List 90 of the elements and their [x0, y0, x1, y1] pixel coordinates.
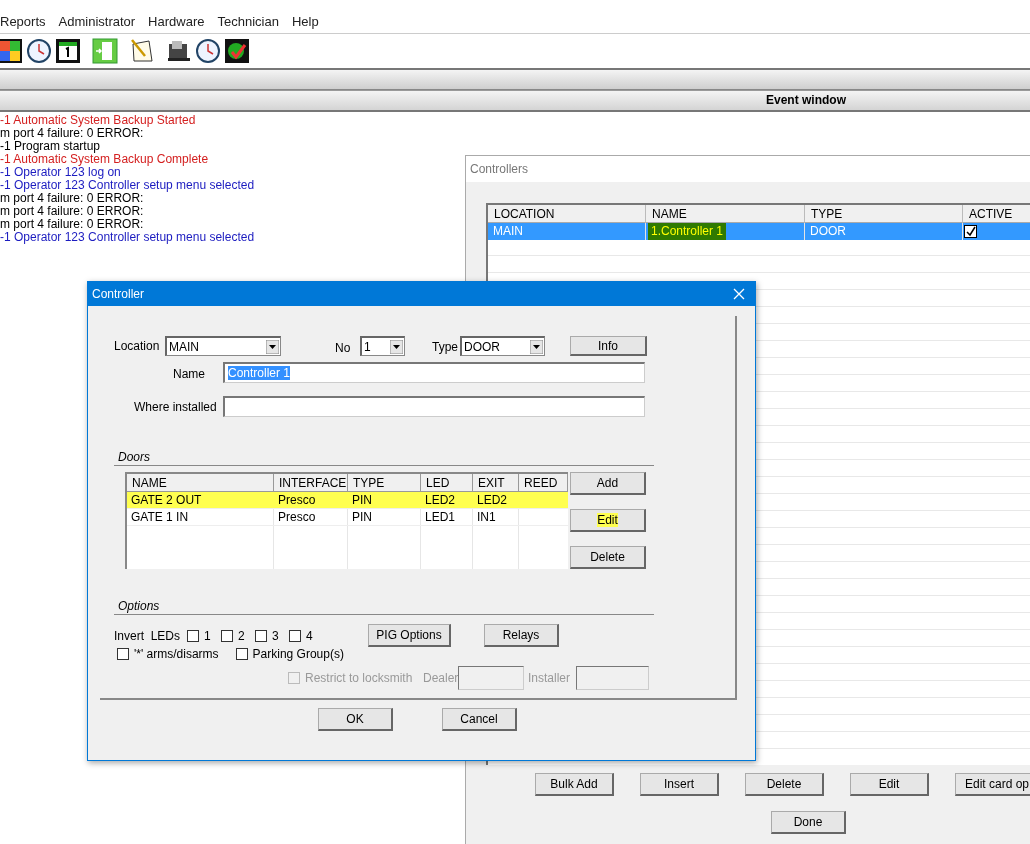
caret-icon: [266, 339, 279, 354]
log-line: -1 Operator 123 Controller setup menu selected: [0, 231, 255, 244]
button[interactable]: Insert: [640, 773, 719, 796]
notepad-icon[interactable]: [129, 38, 155, 64]
log-line: -1 Operator 123 log on: [0, 166, 121, 179]
input-field[interactable]: [223, 396, 645, 417]
checkbox[interactable]: [964, 225, 977, 238]
field-label: No: [335, 340, 352, 355]
checkbox[interactable]: [255, 629, 267, 642]
log-line: m port 4 failure: 0 ERROR:: [0, 218, 144, 231]
menu-item[interactable]: Hardware: [148, 13, 205, 33]
table-row[interactable]: MAIN 1.Controller 1 DOOR: [488, 223, 1030, 240]
dropdown[interactable]: MAIN: [165, 336, 281, 356]
window-title: Event window: [766, 92, 846, 109]
field-label: Where installed: [133, 399, 218, 414]
clock-icon[interactable]: [195, 38, 221, 64]
checkbox-label: Restrict to locksmith: [305, 671, 414, 685]
log-line: m port 4 failure: 0 ERROR:: [0, 127, 144, 140]
table-cell-text: LED1: [424, 509, 457, 525]
log-line: -1 Automatic System Backup Complete: [0, 153, 209, 166]
checkbox[interactable]: [235, 648, 248, 660]
log-line: -1 Program startup: [0, 140, 101, 153]
log-line: m port 4 failure: 0 ERROR:: [0, 192, 144, 205]
menu-item[interactable]: Reports: [0, 13, 46, 33]
checkbox-label: 4: [306, 628, 314, 643]
field-label: Name: [172, 365, 206, 381]
checkbox-label: Parking Group(s): [252, 647, 344, 661]
calendar-icon[interactable]: [55, 38, 81, 64]
menu-item[interactable]: Technician: [217, 13, 279, 33]
log-line: m port 4 failure: 0 ERROR:: [0, 205, 144, 218]
machine-icon[interactable]: [166, 38, 192, 64]
table-cell-text: MAIN: [492, 223, 524, 240]
table-cell-text: PIN: [351, 492, 373, 508]
tiles-icon[interactable]: [0, 38, 23, 64]
table-cell-text: PIN: [351, 509, 373, 525]
table-cell-text: Presco: [277, 509, 317, 525]
table-cell-text: Presco: [277, 492, 317, 508]
checkbox[interactable]: [187, 629, 199, 642]
field-label: Location: [114, 339, 161, 353]
caret-icon: [390, 339, 403, 354]
caret-icon: [530, 339, 543, 354]
close-icon[interactable]: [733, 288, 745, 300]
checkbox-label: 3: [272, 628, 280, 643]
checkbox-label: 2: [238, 628, 246, 643]
table-cell-text: GATE 1 IN: [130, 509, 190, 525]
button[interactable]: Add: [570, 472, 646, 495]
dialog-title: Controller: [91, 287, 145, 301]
log-line: -1 Operator 123 Controller setup menu selected: [0, 179, 255, 192]
button[interactable]: Cancel: [442, 708, 517, 731]
button[interactable]: Edit: [850, 773, 929, 796]
button[interactable]: Edit card op: [955, 773, 1030, 796]
button[interactable]: Relays: [484, 624, 559, 647]
button[interactable]: Edit: [570, 509, 646, 532]
checkbox[interactable]: [289, 629, 301, 642]
input-field[interactable]: [576, 666, 649, 690]
field-label: Invert LEDs: [114, 628, 182, 643]
field-label: Dealer: [423, 671, 458, 685]
info-button[interactable]: Info: [570, 336, 647, 356]
checkbox-label: '*' arms/disarms: [134, 647, 219, 661]
table-cell-text: GATE 2 OUT: [130, 492, 203, 508]
field-label: Type: [432, 339, 459, 354]
table-row[interactable]: GATE 1 IN Presco PIN LED1 IN1: [127, 509, 568, 526]
menu-item[interactable]: Administrator: [58, 13, 136, 33]
menu-item[interactable]: Help: [291, 13, 319, 33]
table-cell-text: LED2: [476, 492, 509, 508]
button[interactable]: PIG Options: [368, 624, 451, 647]
table-cell-text: DOOR: [809, 223, 847, 240]
dropdown[interactable]: DOOR: [460, 336, 545, 356]
table-cell-text: IN1: [476, 509, 497, 525]
table-row[interactable]: GATE 2 OUT Presco PIN LED2 LED2: [127, 492, 568, 509]
field-label: Installer: [528, 671, 572, 685]
door-icon[interactable]: [92, 38, 118, 64]
checkbox[interactable]: [117, 648, 129, 660]
input-field[interactable]: [458, 666, 524, 690]
runner-icon[interactable]: [224, 38, 250, 64]
log-line: -1 Automatic System Backup Started: [0, 114, 196, 127]
dropdown[interactable]: 1: [360, 336, 405, 356]
checkbox-label: 1: [204, 628, 212, 643]
clock-icon[interactable]: [26, 38, 52, 64]
button[interactable]: OK: [318, 708, 393, 731]
table-cell: 1.Controller 1: [648, 223, 727, 240]
table-cell-text: LED2: [424, 492, 457, 508]
section-label: Doors: [118, 451, 151, 464]
done-button[interactable]: Done: [771, 811, 846, 834]
button[interactable]: Delete: [570, 546, 646, 569]
checkbox[interactable]: [221, 629, 233, 642]
button[interactable]: Delete: [745, 773, 824, 796]
window-title: Controllers: [466, 156, 1030, 182]
section-label: Options: [118, 600, 161, 613]
button[interactable]: Bulk Add: [535, 773, 614, 796]
